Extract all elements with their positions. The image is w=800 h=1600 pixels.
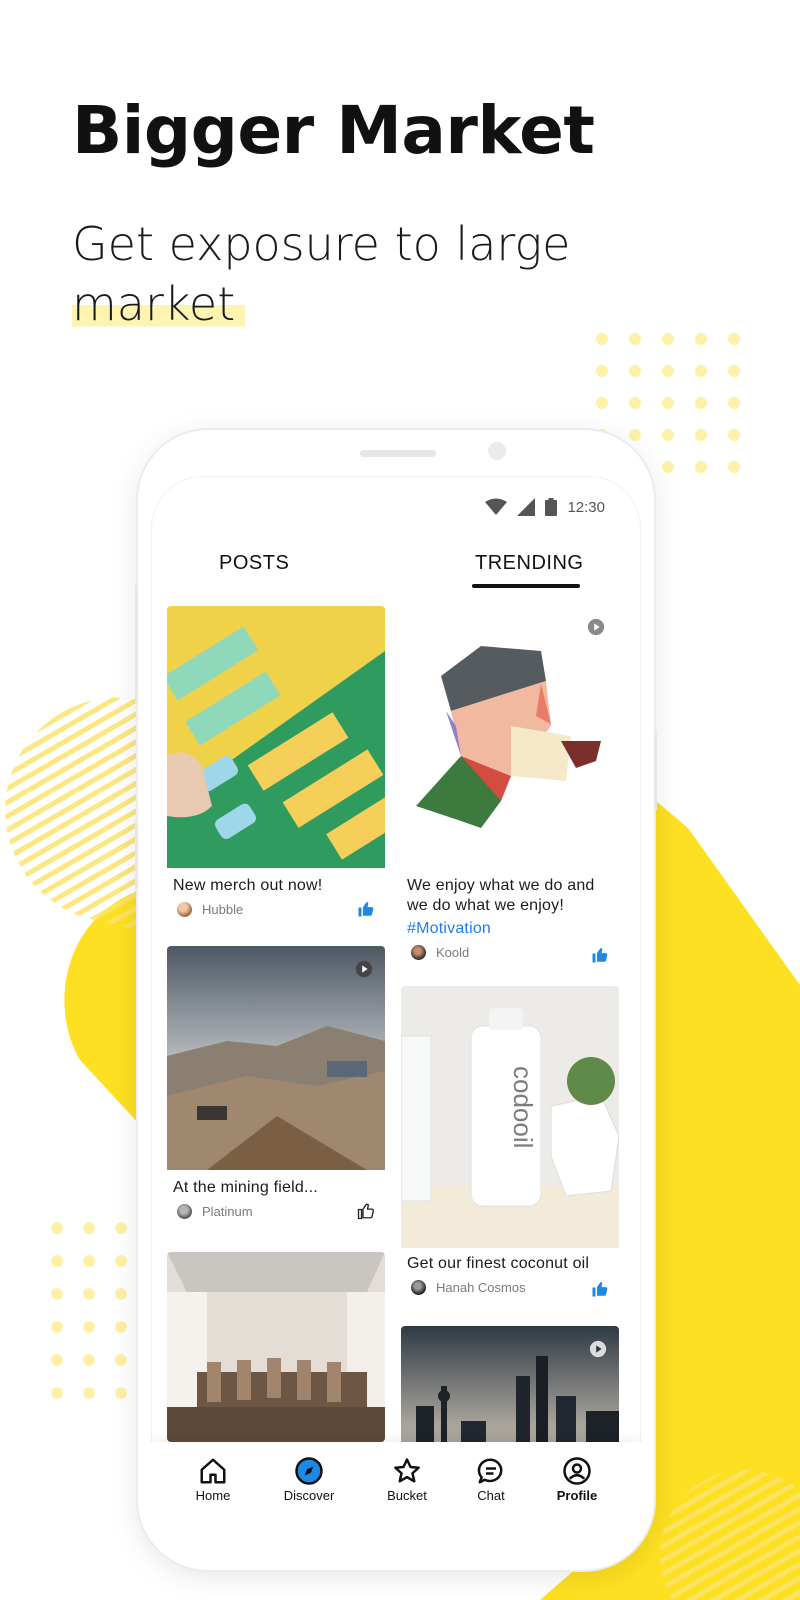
phone-speaker: [360, 450, 436, 457]
phone-camera: [488, 442, 506, 460]
nav-label: Chat: [477, 1488, 505, 1503]
tab-trending[interactable]: TRENDING: [475, 552, 583, 575]
trending-author[interactable]: Hanah Cosmos: [411, 1280, 526, 1295]
like-icon-filled[interactable]: [591, 1280, 609, 1298]
trending-title: We enjoy what we do and we do what we en…: [407, 876, 617, 939]
nav-label: Bucket: [387, 1488, 427, 1503]
trending-caption: We enjoy what we do and we do what we en…: [407, 877, 595, 914]
nav-profile[interactable]: Profile: [537, 1456, 617, 1503]
nav-discover[interactable]: Discover: [269, 1456, 349, 1503]
signal-icon: [517, 498, 536, 516]
subheadline-highlight: market: [72, 277, 246, 331]
post-author[interactable]: Platinum: [177, 1204, 253, 1219]
nav-bucket[interactable]: Bucket: [367, 1456, 447, 1503]
post-card[interactable]: [167, 1252, 385, 1442]
status-time: 12:30: [567, 498, 605, 516]
phone-power-button: [654, 730, 657, 810]
author-name: Hanah Cosmos: [436, 1280, 526, 1295]
video-play-icon[interactable]: [355, 960, 373, 978]
video-play-icon[interactable]: [587, 618, 605, 636]
subheadline-line1: Get exposure to large: [72, 217, 571, 271]
like-icon-filled[interactable]: [357, 900, 375, 918]
trending-card[interactable]: We enjoy what we do and we do what we en…: [401, 606, 619, 966]
nav-chat[interactable]: Chat: [451, 1456, 531, 1503]
author-name: Platinum: [202, 1204, 253, 1219]
profile-icon: [563, 1457, 591, 1485]
post-title: New merch out now!: [173, 877, 323, 894]
compass-icon: [295, 1457, 323, 1485]
trending-image: [401, 606, 619, 868]
phone-volume-button: [135, 585, 138, 703]
nav-label: Profile: [556, 1488, 598, 1503]
status-bar: 12:30: [485, 498, 605, 516]
video-play-icon[interactable]: [589, 1340, 607, 1358]
trending-title: Get our finest coconut oil: [407, 1255, 590, 1272]
post-card[interactable]: At the mining field... Platinum: [167, 946, 385, 1236]
avatar: [177, 902, 192, 917]
trending-card[interactable]: codooil Get our finest coconut oil Hanah…: [401, 986, 619, 1306]
battery-icon: [545, 498, 558, 516]
trending-hashtag[interactable]: #Motivation: [407, 919, 491, 939]
post-title: At the mining field...: [173, 1179, 318, 1196]
wifi-icon: [485, 498, 508, 515]
phone-mockup: 12:30 POSTS TRENDING New merch out now! …: [135, 430, 657, 1570]
like-icon-filled[interactable]: [591, 946, 609, 964]
avatar: [177, 1204, 192, 1219]
trending-image: codooil: [401, 986, 619, 1248]
nav-label: Discover: [283, 1488, 335, 1503]
nav-label: Home: [195, 1488, 231, 1503]
app-screen: 12:30 POSTS TRENDING New merch out now! …: [151, 476, 641, 1526]
star-icon: [394, 1458, 420, 1483]
headline: Bigger Market: [72, 92, 595, 169]
dot-pattern-bottom-left: [51, 1222, 127, 1399]
post-author[interactable]: Hubble: [177, 902, 243, 917]
avatar: [411, 1280, 426, 1295]
like-icon-outline[interactable]: [357, 1202, 375, 1220]
bottom-navigation: Home Discover Bucket Chat Profile: [151, 1442, 641, 1526]
post-image: [167, 946, 385, 1170]
tab-posts[interactable]: POSTS: [219, 552, 289, 575]
avatar: [411, 945, 426, 960]
svg-text:codooil: codooil: [508, 1066, 538, 1148]
post-image: [167, 606, 385, 868]
subheadline: Get exposure to large market: [72, 214, 632, 334]
home-icon: [200, 1458, 226, 1484]
author-name: Hubble: [202, 902, 244, 917]
nav-home[interactable]: Home: [173, 1456, 253, 1503]
tab-active-indicator: [472, 584, 580, 588]
trending-author[interactable]: Koold: [411, 945, 469, 960]
author-name: Koold: [436, 945, 470, 960]
chat-icon: [477, 1458, 503, 1484]
phone-side-button-left: [135, 820, 138, 892]
post-card[interactable]: New merch out now! Hubble: [167, 606, 385, 931]
post-image: [167, 1252, 385, 1442]
